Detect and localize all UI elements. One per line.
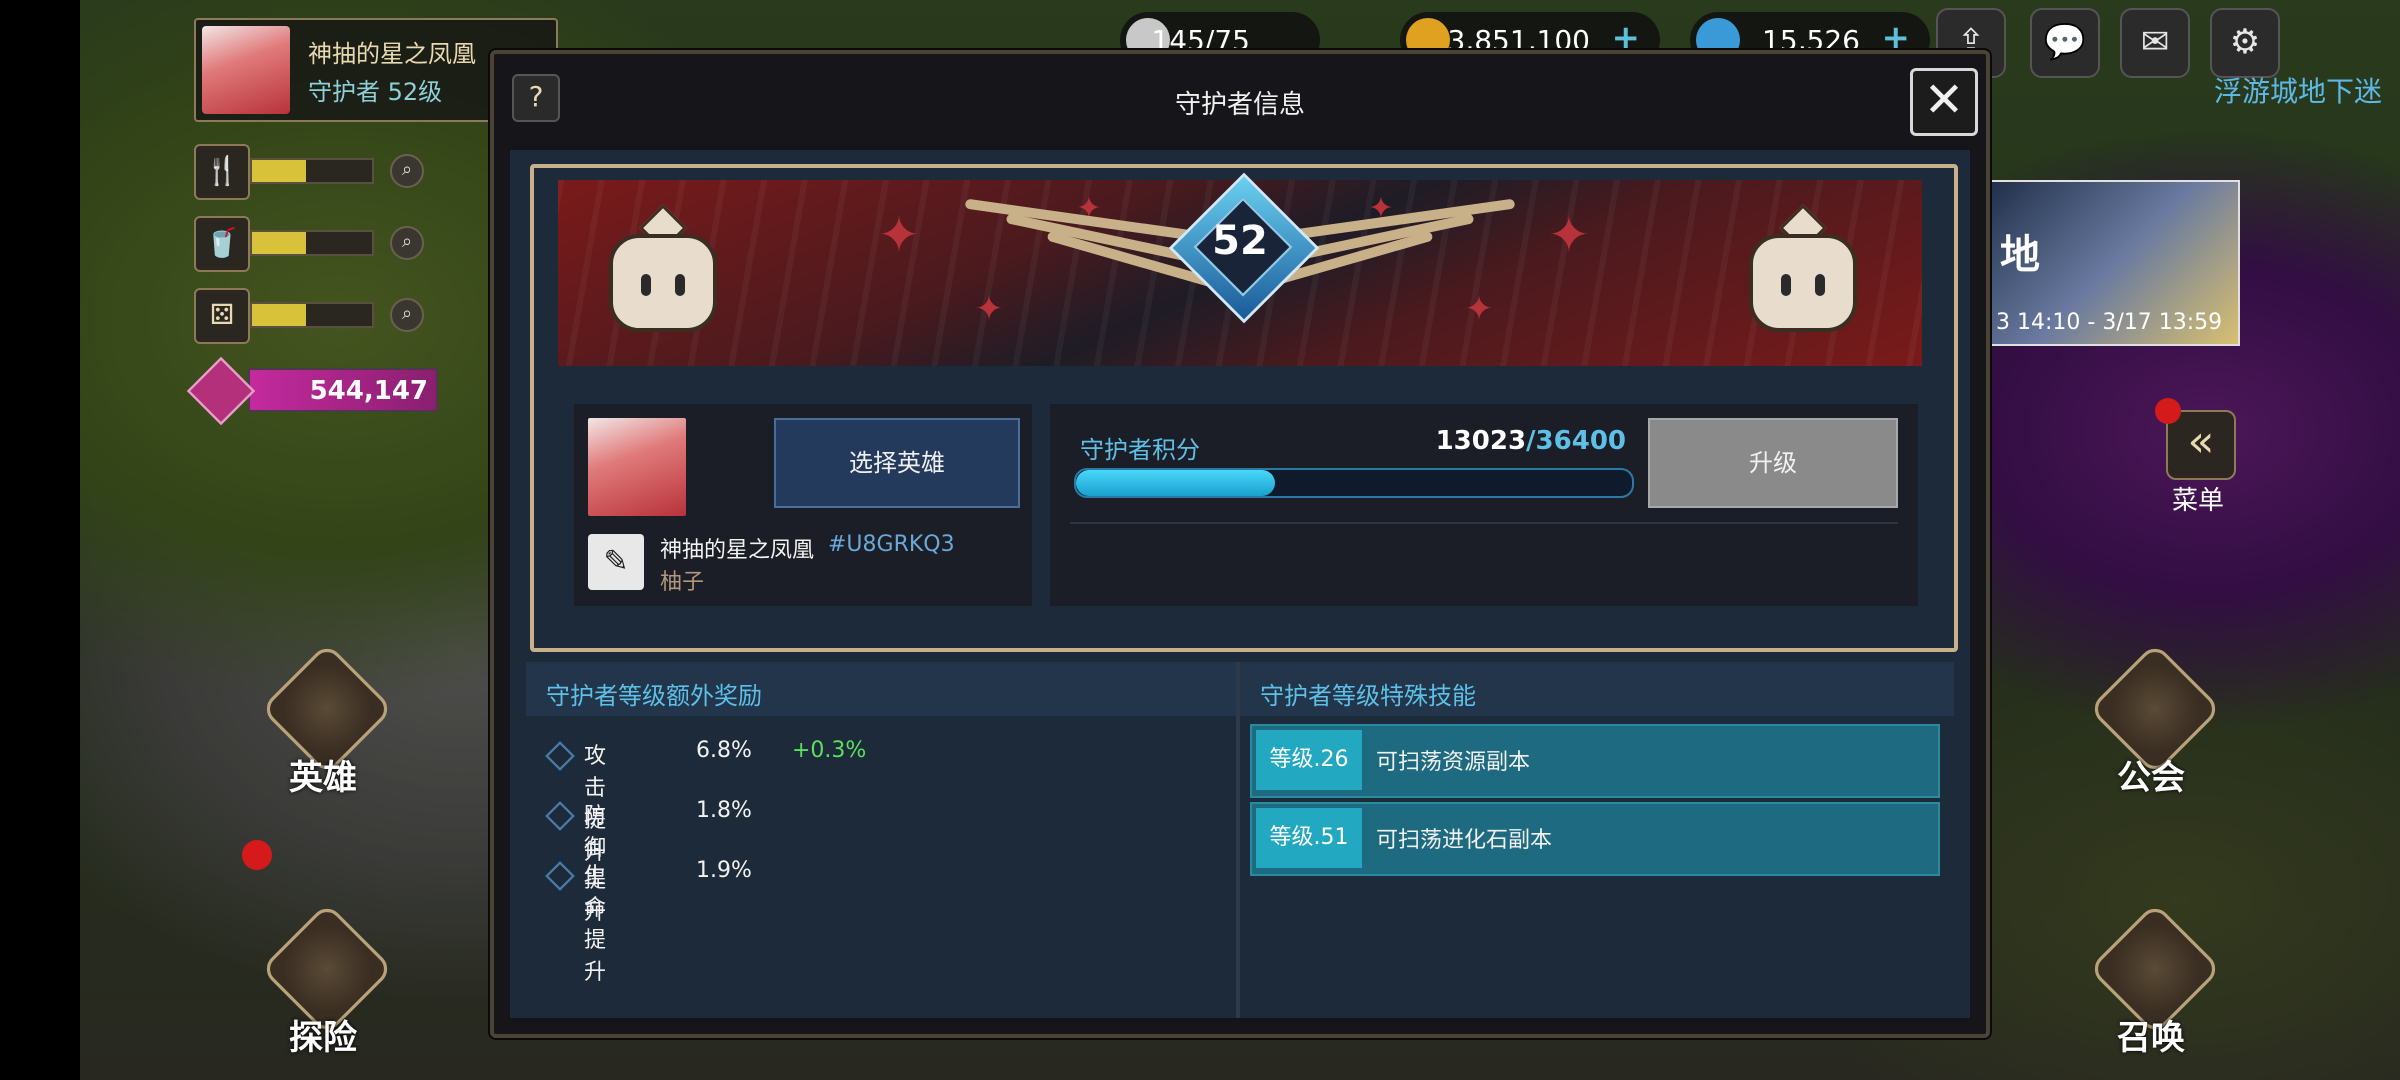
mascot-right <box>1734 204 1864 344</box>
player-name: 神抽的星之凤凰 <box>660 538 815 563</box>
player-name: 神抽的星之凤凰 <box>308 40 476 68</box>
panel-title: 守护者等级特殊技能 <box>1260 682 1476 710</box>
score-value: 13023/36400 <box>1050 426 1626 456</box>
fork-knife-icon: 🍴 <box>194 144 250 200</box>
mascot-eye <box>641 274 651 296</box>
diamond-icon <box>545 801 575 831</box>
guardian-level-badge: 52 <box>1168 172 1320 324</box>
nav-guild-label: 公会 <box>2117 758 2185 798</box>
star-decoration: ✦ <box>1464 289 1494 329</box>
skill-level-tag: 等级.51 <box>1256 808 1362 868</box>
mascot-eye <box>1781 274 1791 296</box>
mascot-head <box>609 234 717 332</box>
gem-counter[interactable]: 544,147 <box>186 356 438 426</box>
stat-row-food[interactable]: 🍴 ⌕ <box>194 144 430 200</box>
stat-row-dice[interactable]: ⚄ ⌕ <box>194 288 430 344</box>
edit-icon[interactable]: ✎ <box>588 534 644 590</box>
bonus-label: 生命提升 <box>584 864 607 985</box>
dialog-title: 守护者信息 <box>1174 90 1305 120</box>
event-date: 3 14:10 - 3/17 13:59 <box>1996 310 2223 335</box>
stat-fill <box>252 232 306 254</box>
level-skill-panel: 守护者等级特殊技能 等级.26 可扫荡资源副本 等级.51 可扫荡进化石副本 <box>1240 662 1954 1018</box>
diamond-icon <box>545 861 575 891</box>
player-level: 守护者 52级 <box>308 78 443 106</box>
mascot-eye <box>1815 274 1825 296</box>
level-bonus-panel: 守护者等级额外奖励 攻击提升 6.8% +0.3% 防御提升 1.8% 生命提升… <box>526 662 1240 1018</box>
skill-text: 可扫荡资源副本 <box>1376 750 1531 775</box>
upgrade-button[interactable]: 升级 <box>1648 418 1898 508</box>
player-avatar <box>202 26 290 114</box>
cup-icon: 🥤 <box>194 216 250 272</box>
stat-bar <box>250 158 374 184</box>
mascot-head <box>1749 234 1857 332</box>
chat-icon[interactable]: 💬 <box>2030 8 2100 78</box>
skill-row: 等级.51 可扫荡进化石副本 <box>1250 802 1940 876</box>
player-id: #U8GRKQ3 <box>828 532 955 557</box>
mascot-left <box>594 204 724 344</box>
guardian-info-dialog: 守护者信息 ? ✕ ✦ ✦ ✦ ✦ ✦ ✦ 52 选择英雄 ✎ 神抽的星之凤凰 … <box>490 50 1990 1038</box>
diamond-icon <box>545 741 575 771</box>
bonus-value: 6.8% <box>696 738 752 763</box>
player-card: 选择英雄 ✎ 神抽的星之凤凰 #U8GRKQ3 柚子 <box>574 404 1032 606</box>
search-icon[interactable]: ⌕ <box>390 154 424 188</box>
score-max: /36400 <box>1526 426 1626 456</box>
stat-fill <box>252 304 306 326</box>
panel-header: 守护者等级特殊技能 <box>1240 662 1954 716</box>
stat-bar <box>250 230 374 256</box>
stat-bar <box>250 302 374 328</box>
search-icon[interactable]: ⌕ <box>390 226 424 260</box>
gem-bar: 544,147 <box>248 368 438 412</box>
bonus-extra: +0.3% <box>792 738 867 763</box>
score-current: 13023 <box>1435 426 1527 456</box>
skill-level-tag: 等级.26 <box>1256 730 1362 790</box>
panel-header: 守护者等级额外奖励 <box>526 662 1236 716</box>
star-decoration: ✦ <box>974 289 1004 329</box>
bonus-value: 1.8% <box>696 798 752 823</box>
nav-guild[interactable]: 公会 <box>2086 642 2222 798</box>
select-hero-button[interactable]: 选择英雄 <box>774 418 1020 508</box>
notification-dot <box>2155 398 2181 424</box>
skill-row: 等级.26 可扫荡资源副本 <box>1250 724 1940 798</box>
guardian-level: 52 <box>1212 218 1268 264</box>
score-card: 守护者积分 13023/36400 升级 <box>1050 404 1918 606</box>
divider <box>1070 522 1898 524</box>
gem-icon <box>186 356 256 426</box>
nav-hero-label: 英雄 <box>289 758 357 798</box>
stat-fill <box>252 160 306 182</box>
stat-row-drink[interactable]: 🥤 ⌕ <box>194 216 430 272</box>
event-banner[interactable]: 地 3 14:10 - 3/17 13:59 <box>1988 180 2240 346</box>
close-button[interactable]: ✕ <box>1910 68 1978 136</box>
nav-summon[interactable]: 召唤 <box>2086 902 2222 1058</box>
event-title: 地 <box>2000 232 2040 278</box>
score-progress-bar <box>1074 468 1634 498</box>
mail-icon[interactable]: ✉ <box>2120 8 2190 78</box>
menu-label: 菜单 <box>2172 486 2225 516</box>
nav-hero[interactable]: 英雄 <box>258 642 394 798</box>
skill-text: 可扫荡进化石副本 <box>1376 828 1553 853</box>
dice-icon: ⚄ <box>194 288 250 344</box>
panel-title: 守护者等级额外奖励 <box>546 682 762 710</box>
nav-explore-label: 探险 <box>289 1018 357 1058</box>
mascot-eye <box>675 274 685 296</box>
star-decoration: ✦ <box>878 206 920 264</box>
search-icon[interactable]: ⌕ <box>390 298 424 332</box>
bonus-value: 1.9% <box>696 858 752 883</box>
star-decoration: ✦ <box>1548 206 1590 264</box>
help-button[interactable]: ? <box>512 74 560 122</box>
gear-icon[interactable]: ⚙ <box>2210 8 2280 78</box>
nav-summon-label: 召唤 <box>2117 1018 2185 1058</box>
gem-value: 544,147 <box>309 376 428 406</box>
notification-dot <box>242 840 272 870</box>
map-location-label: 浮游城地下迷 <box>2214 75 2383 108</box>
nav-explore[interactable]: 探险 <box>258 902 394 1058</box>
hero-avatar[interactable] <box>588 418 686 516</box>
score-progress-fill <box>1076 470 1276 496</box>
player-subtitle: 柚子 <box>660 570 705 595</box>
